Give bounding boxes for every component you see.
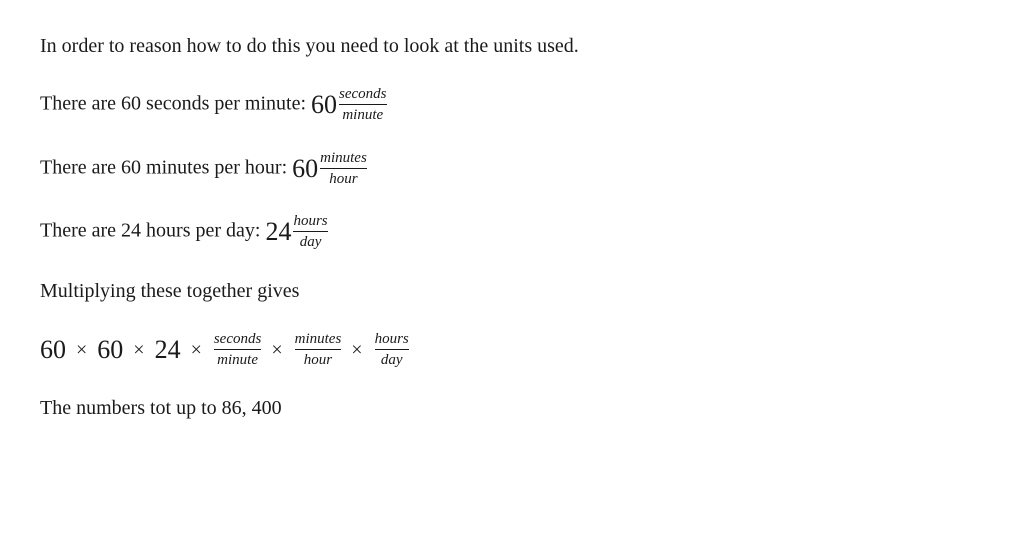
math-num3: 24 — [155, 329, 181, 371]
line1-expression: 60 seconds minute — [311, 84, 387, 126]
math-num1: 60 — [40, 329, 66, 371]
line1-numerator: seconds — [339, 85, 387, 105]
line2-paragraph: There are 60 minutes per hour: 60 minute… — [40, 148, 980, 190]
line2-denominator: hour — [329, 169, 357, 188]
line3-denominator: day — [300, 232, 322, 251]
math-frac2-num: minutes — [295, 330, 342, 350]
line2-text: There are 60 minutes per hour: — [40, 156, 287, 178]
multiplying-paragraph: Multiplying these together gives — [40, 275, 980, 307]
math-frac2-den: hour — [304, 350, 332, 369]
times4: × — [271, 334, 282, 366]
times1: × — [76, 334, 87, 366]
math-fraction3: hours day — [375, 330, 409, 369]
line2-fraction: minutes hour — [320, 149, 367, 188]
line3-text: There are 24 hours per day: — [40, 220, 260, 242]
line1-paragraph: There are 60 seconds per minute: 60 seco… — [40, 84, 980, 126]
math-frac1-den: minute — [217, 350, 258, 369]
line3-number: 24 — [265, 217, 291, 246]
intro-text: In order to reason how to do this you ne… — [40, 35, 579, 57]
math-fraction2: minutes hour — [295, 330, 342, 369]
times2: × — [133, 334, 144, 366]
line3-paragraph: There are 24 hours per day: 24 hours day — [40, 211, 980, 253]
line3-numerator: hours — [293, 212, 327, 232]
math-num2: 60 — [97, 329, 123, 371]
times3: × — [191, 334, 202, 366]
line1-denominator: minute — [342, 105, 383, 124]
line3-fraction: hours day — [293, 212, 327, 251]
result-text: The numbers tot up to 86, 400 — [40, 397, 282, 419]
line1-fraction: seconds minute — [339, 85, 387, 124]
line2-number: 60 — [292, 154, 318, 183]
line1-number: 60 — [311, 90, 337, 119]
multiplying-text: Multiplying these together gives — [40, 280, 299, 302]
math-frac3-den: day — [381, 350, 403, 369]
main-content: In order to reason how to do this you ne… — [40, 30, 980, 446]
line2-expression: 60 minutes hour — [292, 148, 367, 190]
intro-paragraph: In order to reason how to do this you ne… — [40, 30, 980, 62]
line1-text: There are 60 seconds per minute: — [40, 92, 306, 114]
result-paragraph: The numbers tot up to 86, 400 — [40, 392, 980, 424]
math-expression: 60 × 60 × 24 × seconds minute × minutes … — [40, 329, 980, 371]
line3-expression: 24 hours day — [265, 211, 327, 253]
line2-numerator: minutes — [320, 149, 367, 169]
times5: × — [351, 334, 362, 366]
math-frac1-num: seconds — [214, 330, 262, 350]
math-frac3-num: hours — [375, 330, 409, 350]
math-fraction1: seconds minute — [214, 330, 262, 369]
